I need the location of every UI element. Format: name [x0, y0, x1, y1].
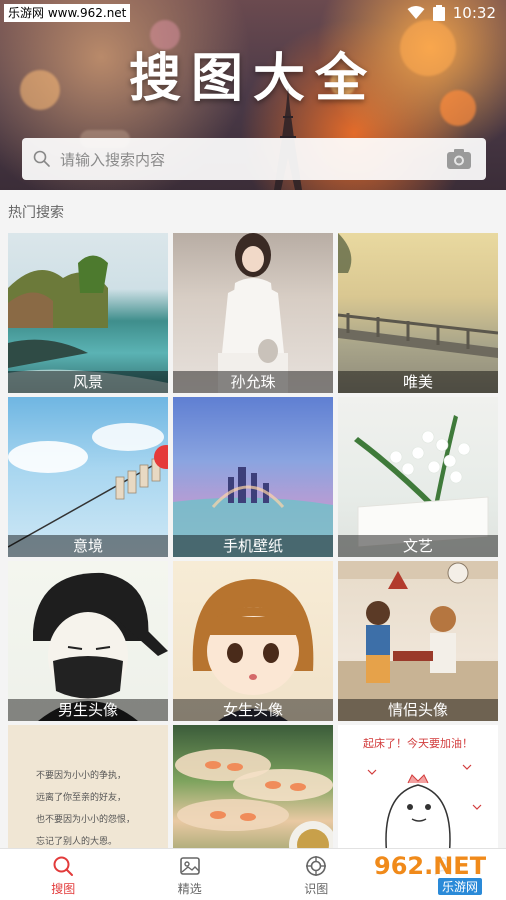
tab-label: 精选: [177, 882, 202, 896]
status-time: 10:32: [452, 4, 496, 22]
tile-caption: 手机壁纸: [173, 535, 333, 557]
tile-pretty[interactable]: 唯美: [338, 233, 498, 393]
tab-label: 识图: [304, 882, 329, 896]
tile-boy-avatar[interactable]: 男生头像: [8, 561, 168, 721]
quote-text: 不要因为小小的争执， 远离了你至亲的好友， 也不要因为小小的怨恨， 忘记了别人的…: [36, 765, 135, 853]
tile-caption: 女生头像: [173, 699, 333, 721]
tile-caption: 唯美: [338, 371, 498, 393]
camera-icon[interactable]: [446, 148, 472, 170]
tile-caption: 情侣头像: [338, 699, 498, 721]
tile-mood[interactable]: 意境: [8, 397, 168, 557]
tile-caption: 孙允珠: [173, 371, 333, 393]
mood-image: [8, 423, 168, 548]
tile-wallpaper[interactable]: 手机壁纸: [173, 397, 333, 557]
tab-search[interactable]: 搜图: [0, 849, 127, 900]
tile-girl-avatar[interactable]: 女生头像: [173, 561, 333, 721]
wifi-icon: [407, 6, 425, 19]
tile-caption: 男生头像: [8, 699, 168, 721]
quote-line: 不要因为小小的争执，: [36, 771, 127, 781]
source-label: 乐游网 www.962.net: [4, 4, 131, 22]
search-icon: [33, 150, 50, 167]
watermark-brand: 962.NET: [374, 852, 487, 880]
watermark: 962.NET 乐游网: [368, 850, 498, 896]
app-screen: 乐游网 www.962.net 10:32 搜图大全 请输入搜索内容 热门搜索 …: [0, 0, 506, 900]
quote-line: 也不要因为小小的怨恨，: [36, 815, 136, 825]
search-icon: [53, 856, 74, 876]
app-title: 搜图大全: [128, 48, 377, 109]
tile-person[interactable]: 孙允珠: [173, 233, 333, 393]
header-banner: 乐游网 www.962.net 10:32 搜图大全 请输入搜索内容: [0, 0, 506, 190]
tile-scenery[interactable]: 风景: [8, 233, 168, 393]
flowers-image: [354, 415, 489, 548]
quote-line: 远离了你至亲的好友，: [36, 793, 127, 803]
image-icon: [179, 857, 200, 875]
tab-label: 搜图: [51, 882, 76, 896]
couple-avatar-image: [338, 561, 498, 721]
tile-caption: 文艺: [338, 535, 498, 557]
status-right: 10:32: [407, 4, 496, 22]
tile-art[interactable]: 文艺: [338, 397, 498, 557]
hot-search-label: 热门搜索: [8, 205, 64, 221]
search-bar[interactable]: 请输入搜索内容: [22, 138, 486, 180]
boy-avatar-image: [33, 572, 168, 721]
person-image: [218, 233, 288, 393]
battery-icon: [432, 5, 445, 21]
tile-caption: 风景: [8, 371, 168, 393]
tab-featured[interactable]: 精选: [127, 849, 254, 900]
tile-couple-avatar[interactable]: 情侣头像: [338, 561, 498, 721]
pretty-image: [338, 233, 498, 358]
girl-avatar-image: [192, 579, 314, 721]
wallpaper-image: [173, 467, 333, 557]
status-bar: 乐游网 www.962.net 10:32: [0, 0, 506, 26]
watermark-sub: 乐游网: [438, 878, 483, 895]
target-icon: [306, 856, 327, 876]
search-input[interactable]: 请输入搜索内容: [60, 149, 446, 170]
tile-caption: 意境: [8, 535, 168, 557]
scenery-image: [8, 255, 168, 393]
tab-recognize[interactable]: 识图: [253, 849, 380, 900]
